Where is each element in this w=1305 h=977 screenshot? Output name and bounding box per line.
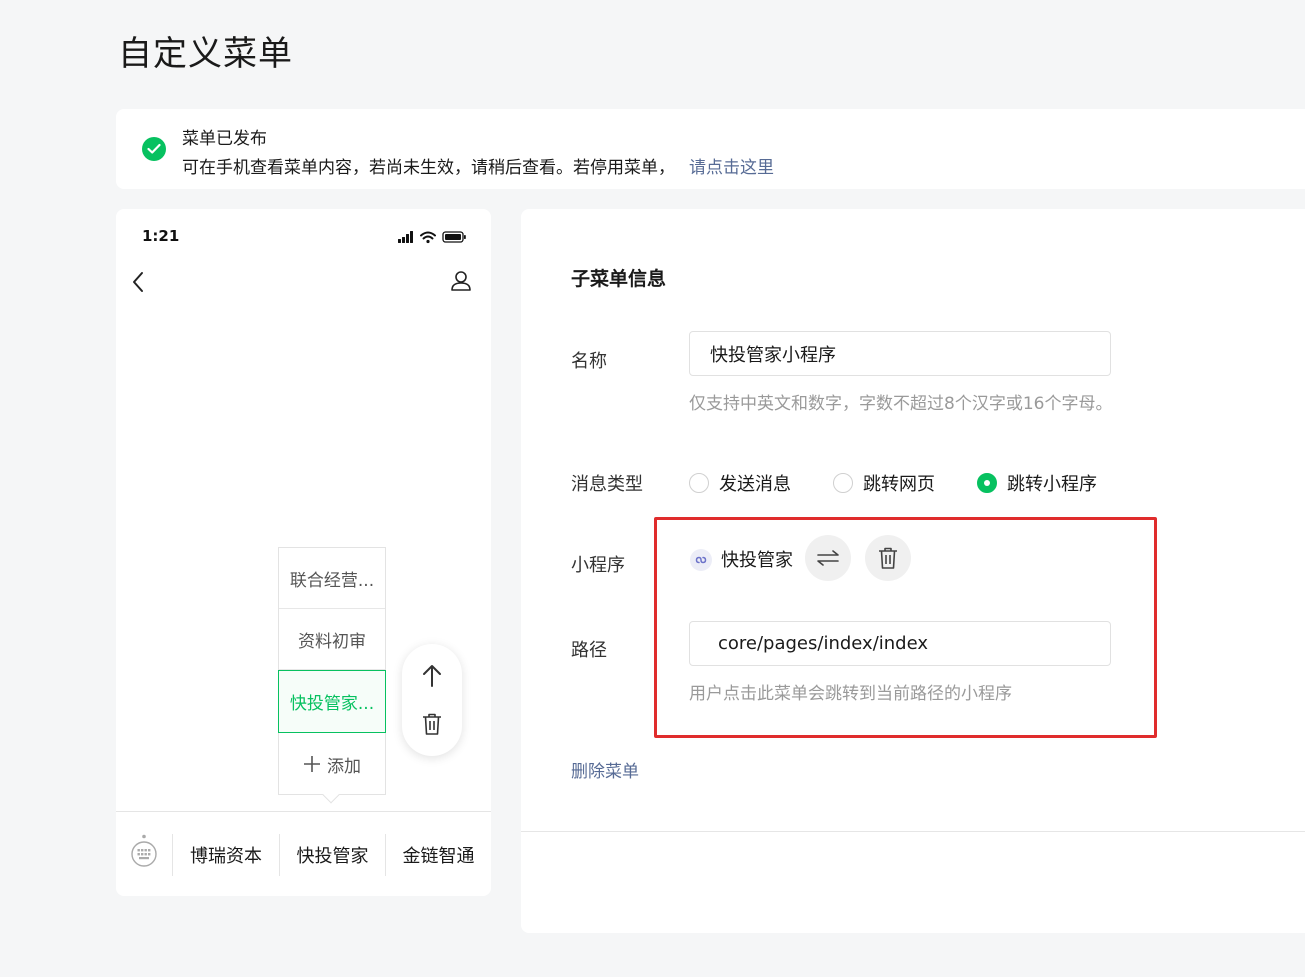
signal-icon xyxy=(398,231,413,243)
plus-icon xyxy=(304,756,320,772)
bottom-menu-item[interactable]: 博瑞资本 xyxy=(172,834,279,876)
radio-circle-icon xyxy=(689,473,709,493)
submenu-editor-panel: 子菜单信息 名称 快投管家小程序 仅支持中英文和数字，字数不超过8个汉字或16个… xyxy=(521,209,1305,933)
wifi-icon xyxy=(420,231,436,240)
keyboard-icon[interactable] xyxy=(130,834,158,874)
move-up-icon[interactable] xyxy=(421,664,443,692)
radio-label: 跳转网页 xyxy=(863,474,935,495)
notice-title: 菜单已发布 xyxy=(182,129,267,149)
radio-open-webpage[interactable]: 跳转网页 xyxy=(833,470,935,496)
radio-open-miniprogram[interactable]: 跳转小程序 xyxy=(977,470,1097,496)
highlight-annotation-box xyxy=(654,517,1157,738)
delete-menu-link[interactable]: 删除菜单 xyxy=(571,757,639,782)
phone-preview: 1:21 联合经营... 资料初审 快投管家... 添加 博瑞资本 快投管家 金… xyxy=(116,209,491,896)
delete-submenu-icon[interactable] xyxy=(422,713,442,739)
submenu-popup: 联合经营... 资料初审 快投管家... 添加 xyxy=(278,547,386,795)
success-check-icon xyxy=(142,137,166,161)
status-time: 1:21 xyxy=(142,227,180,245)
name-input[interactable]: 快投管家小程序 xyxy=(689,331,1111,376)
add-submenu-label: 添加 xyxy=(327,756,361,777)
disable-menu-link[interactable]: 请点击这里 xyxy=(689,158,774,178)
path-label: 路径 xyxy=(571,640,607,661)
user-profile-icon[interactable] xyxy=(450,270,472,296)
notice-description: 可在手机查看菜单内容，若尚未生效，请稍后查看。若停用菜单， 请点击这里 xyxy=(182,153,774,178)
submenu-item-selected[interactable]: 快投管家... xyxy=(278,670,386,733)
radio-checked-icon xyxy=(977,473,997,493)
radio-label: 跳转小程序 xyxy=(1007,474,1097,495)
radio-send-message[interactable]: 发送消息 xyxy=(689,470,791,496)
name-hint: 仅支持中英文和数字，字数不超过8个汉字或16个字母。 xyxy=(689,394,1113,414)
add-submenu-button[interactable]: 添加 xyxy=(279,734,385,794)
miniprogram-label: 小程序 xyxy=(571,555,625,576)
bottom-menu-item[interactable]: 快投管家 xyxy=(279,834,385,876)
battery-icon xyxy=(442,231,466,243)
radio-label: 发送消息 xyxy=(719,474,791,495)
bottom-menu-item[interactable]: 金链智通 xyxy=(385,834,491,876)
section-title: 子菜单信息 xyxy=(571,268,667,290)
page-title: 自定义菜单 xyxy=(118,34,293,74)
back-chevron-icon[interactable] xyxy=(131,271,145,297)
bottom-menu-bar: 博瑞资本 快投管家 金链智通 xyxy=(116,811,491,896)
notice-text: 可在手机查看菜单内容，若尚未生效，请稍后查看。若停用菜单， xyxy=(182,158,675,178)
submenu-toolbar xyxy=(402,644,462,756)
submenu-item[interactable]: 资料初审 xyxy=(279,609,385,670)
divider xyxy=(521,831,1305,832)
submenu-item[interactable]: 联合经营... xyxy=(279,548,385,609)
publish-notice: 菜单已发布 可在手机查看菜单内容，若尚未生效，请稍后查看。若停用菜单， 请点击这里 xyxy=(116,109,1305,189)
status-icons xyxy=(396,229,468,248)
radio-circle-icon xyxy=(833,473,853,493)
message-type-label: 消息类型 xyxy=(571,474,643,495)
name-label: 名称 xyxy=(571,351,607,372)
